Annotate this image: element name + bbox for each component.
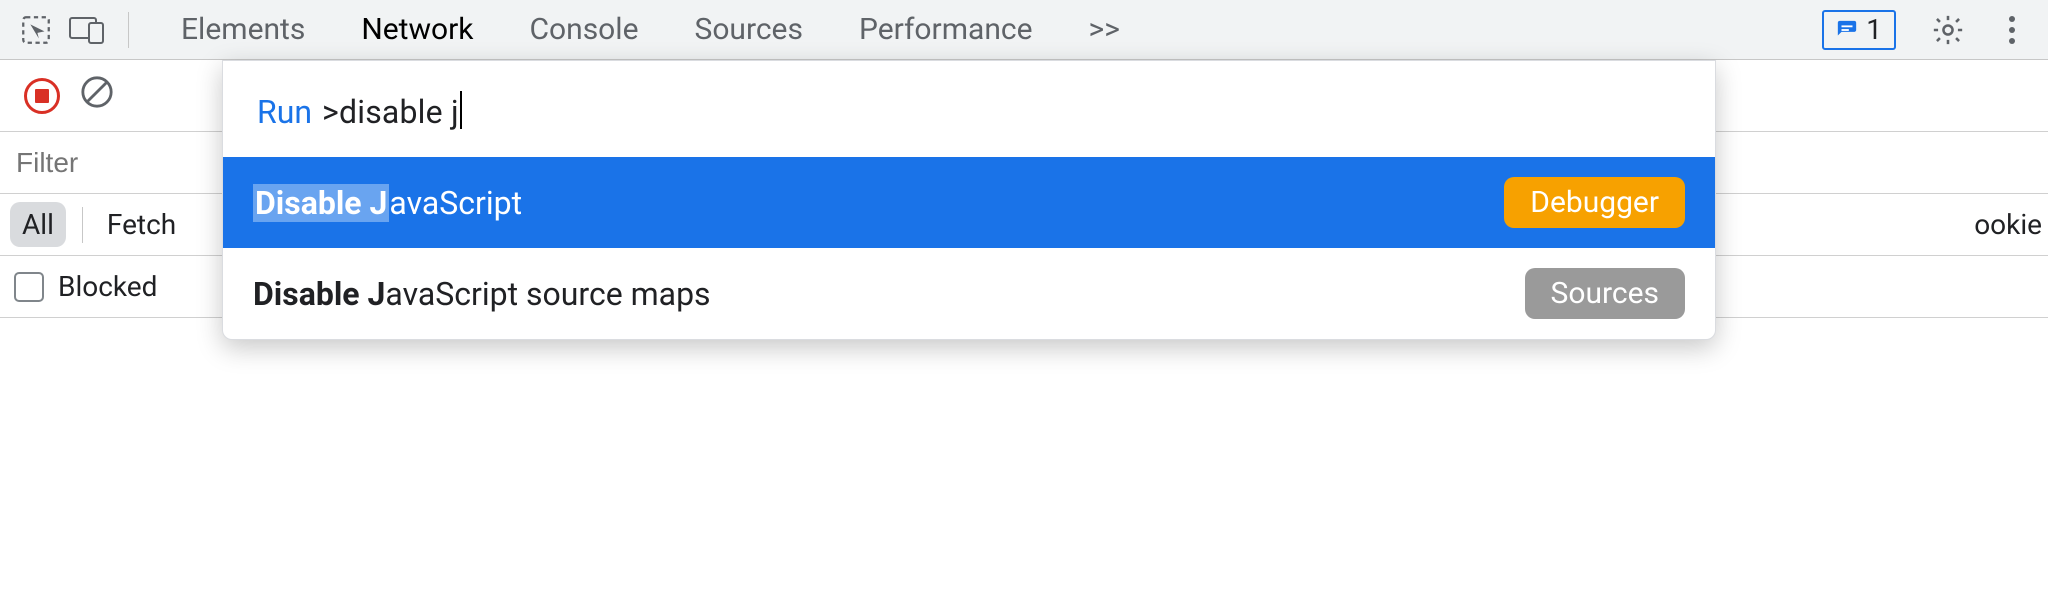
tabs-overflow[interactable]: >> (1089, 2, 1120, 57)
type-chip-all[interactable]: All (10, 202, 66, 247)
palette-query-input[interactable]: >disable j (322, 93, 459, 131)
settings-icon[interactable] (1920, 2, 1976, 58)
palette-item-title: Disable JavaScript (253, 184, 522, 222)
separator (82, 207, 83, 243)
clear-icon[interactable] (80, 75, 114, 116)
third-party-cookies-truncated[interactable]: ookie (1974, 208, 2048, 241)
record-button[interactable] (24, 78, 60, 114)
blocked-requests-checkbox[interactable] (14, 272, 44, 302)
filter-input[interactable] (14, 146, 214, 180)
palette-item[interactable]: Disable JavaScript source maps Sources (223, 248, 1715, 339)
palette-item-badge: Debugger (1504, 177, 1685, 228)
tab-console[interactable]: Console (530, 2, 639, 57)
tab-performance[interactable]: Performance (859, 2, 1033, 57)
palette-item-badge: Sources (1525, 268, 1685, 319)
separator (128, 12, 129, 48)
tab-network[interactable]: Network (361, 2, 473, 57)
text-caret (460, 91, 462, 129)
type-chip-fetch[interactable]: Fetch (99, 202, 184, 247)
blocked-requests-label: Blocked (58, 270, 157, 303)
palette-run-label: Run (257, 93, 312, 131)
device-toolbar-icon[interactable] (62, 4, 114, 56)
command-palette: Run >disable j Disable JavaScript Debugg… (222, 60, 1716, 340)
tab-sources[interactable]: Sources (695, 2, 803, 57)
more-icon[interactable] (1984, 2, 2040, 58)
palette-item-title: Disable JavaScript source maps (253, 275, 711, 313)
palette-item[interactable]: Disable JavaScript Debugger (223, 157, 1715, 248)
issues-button[interactable]: 1 (1822, 10, 1896, 50)
inspect-element-icon[interactable] (10, 4, 62, 56)
issues-count: 1 (1866, 13, 1882, 46)
tab-elements[interactable]: Elements (181, 2, 305, 57)
